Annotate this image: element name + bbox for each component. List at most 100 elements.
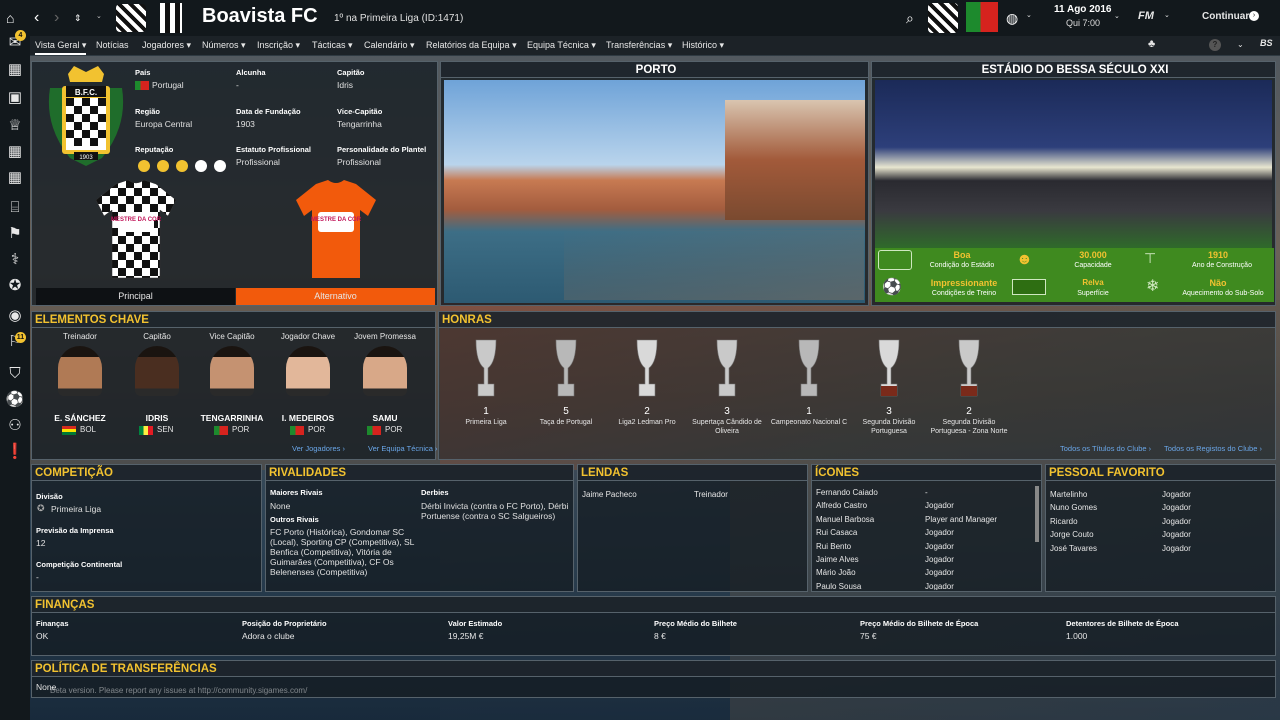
search-icon[interactable]: ⌕ — [906, 0, 914, 36]
bs-logo[interactable]: BS — [1260, 38, 1273, 48]
training-icon[interactable]: ⚑ — [4, 224, 26, 244]
icon-person-name[interactable]: Manuel Barbosa — [816, 515, 874, 524]
honour-name[interactable]: Taça de Portugal — [526, 419, 606, 428]
nation-flag-icon[interactable] — [966, 2, 998, 32]
favourite-name[interactable]: Martelinho — [1050, 490, 1087, 499]
icon-person-name[interactable]: Fernando Caiado — [816, 488, 878, 497]
icons-scrollbar[interactable] — [1035, 486, 1039, 542]
honour-name[interactable]: Supertaça Cândido de Oliveira — [687, 419, 767, 436]
back-icon[interactable]: ‹ — [34, 0, 39, 36]
kit-tab-principal[interactable]: Principal — [36, 288, 235, 305]
honour-name[interactable]: Segunda Divisão Portuguesa — [849, 419, 929, 436]
icon-person-name[interactable]: Paulo Sousa — [816, 582, 861, 590]
ver-jogadores-link[interactable]: Ver Jogadores › — [292, 444, 345, 453]
ver-equipa-tecnica-link[interactable]: Ver Equipa Técnica › — [368, 444, 438, 453]
kit-icon[interactable] — [160, 3, 182, 33]
outros-value[interactable]: FC Porto (Histórica), Gondomar SC (Local… — [270, 527, 418, 577]
key-person-name[interactable]: TENGARRINHA — [192, 413, 272, 423]
chevron-down-icon[interactable]: ⌄ — [1114, 12, 1120, 20]
tab-equipa-tecnica[interactable]: Equipa Técnica ▾ — [527, 40, 596, 51]
icons-list[interactable]: Fernando Caiado - Alfredo Castro Jogador Man… — [812, 482, 1036, 590]
tab-numeros[interactable]: Números ▾ — [202, 40, 246, 51]
icon-person-name[interactable]: Mário João — [816, 568, 856, 577]
icon-person-name[interactable]: Rui Bento — [816, 542, 851, 551]
chevron-down-icon[interactable]: ⌄ — [96, 12, 102, 20]
kit-tab-alternativo[interactable]: Alternativo — [236, 288, 435, 305]
game-date[interactable]: 11 Ago 2016 — [1054, 4, 1111, 15]
club-crest-icon[interactable] — [116, 4, 146, 32]
medical-icon[interactable]: ⚕ — [4, 250, 26, 270]
schedule-icon[interactable]: ▣ — [4, 88, 26, 108]
up-down-icon[interactable]: ⇕ — [74, 0, 82, 36]
tab-noticias[interactable]: Notícias — [96, 40, 129, 50]
globe-icon[interactable]: ◍ — [1006, 0, 1018, 36]
icon-person-name[interactable]: Rui Casaca — [816, 528, 857, 537]
chevron-down-icon[interactable]: ⌄ — [1164, 11, 1170, 19]
home-icon[interactable]: ⌂ — [6, 0, 14, 36]
continue-arrow-icon[interactable]: › — [1249, 11, 1259, 21]
trophy-icon[interactable]: ♕ — [4, 116, 26, 136]
club-crest-small-icon[interactable] — [928, 3, 958, 33]
team-icon[interactable]: ♣ — [1148, 38, 1155, 50]
icon-person-name[interactable]: Jaime Alves — [816, 555, 859, 564]
ball-icon[interactable]: ⚽ — [4, 390, 26, 410]
tab-transferencias[interactable]: Transferências ▾ — [606, 40, 672, 51]
key-person-name[interactable]: SAMU — [345, 413, 425, 423]
help-icon[interactable]: ? — [1209, 39, 1221, 51]
vice-value[interactable]: Tengarrinha — [337, 119, 382, 129]
tab-jogadores[interactable]: Jogadores ▾ — [142, 40, 191, 51]
todos-titulos-link[interactable]: Todos os Títulos do Clube › — [1060, 444, 1151, 453]
tab-relatorios[interactable]: Relatórios da Equipa ▾ — [426, 40, 517, 51]
trophy-icon[interactable] — [955, 336, 983, 400]
alert-icon[interactable]: ❗ — [4, 442, 26, 462]
tab-calendario[interactable]: Calendário ▾ — [364, 40, 415, 51]
staff-icon[interactable]: ▦ — [4, 142, 26, 162]
legend-name[interactable]: Jaime Pacheco — [582, 490, 637, 499]
trophy-icon[interactable] — [713, 336, 741, 400]
honour-name[interactable]: Segunda Divisão Portuguesa - Zona Norte — [929, 419, 1009, 436]
continue-button[interactable]: Continuar — [1202, 11, 1249, 22]
trophy-icon[interactable] — [633, 336, 661, 400]
trophy-icon[interactable] — [795, 336, 823, 400]
reports-icon[interactable]: ▦ — [4, 168, 26, 188]
tab-vista-geral[interactable]: Vista Geral ▾ — [35, 40, 87, 55]
scouting-icon[interactable]: ✪ — [4, 276, 26, 296]
icon-person-name[interactable]: Alfredo Castro — [816, 501, 867, 510]
key-person-name[interactable]: IDRIS — [117, 413, 197, 423]
favourite-name[interactable]: José Tavares — [1050, 544, 1097, 553]
home-kit-shirt[interactable]: MESTRE DA COR — [94, 180, 178, 280]
key-person-photo[interactable] — [286, 346, 330, 396]
key-person-photo[interactable] — [210, 346, 254, 396]
capitao-value[interactable]: Idris — [337, 80, 353, 90]
divisao-value[interactable]: Primeira Liga — [51, 504, 101, 514]
key-person-name[interactable]: E. SÁNCHEZ — [40, 413, 120, 423]
tactics-icon[interactable]: ⌸ — [4, 198, 26, 218]
key-person-name[interactable]: I. MEDEIROS — [268, 413, 348, 423]
todos-registos-link[interactable]: Todos os Registos do Clube › — [1164, 444, 1262, 453]
trophy-icon[interactable] — [472, 336, 500, 400]
derbies-value[interactable]: Dérbi Invicta (contra o FC Porto), Dérbi… — [421, 501, 569, 521]
chevron-down-icon[interactable]: ⌄ — [1237, 40, 1244, 49]
favourite-name[interactable]: Nuno Gomes — [1050, 503, 1097, 512]
tab-historico[interactable]: Histórico ▾ — [682, 40, 724, 51]
tab-tacticas[interactable]: Tácticas ▾ — [312, 40, 353, 51]
squad-icon[interactable]: ▦ — [4, 60, 26, 80]
trophy-icon[interactable] — [552, 336, 580, 400]
honour-name[interactable]: Liga2 Ledman Pro — [607, 419, 687, 428]
shield-icon[interactable]: ⛉ — [4, 364, 26, 384]
key-person-photo[interactable] — [363, 346, 407, 396]
honour-name[interactable]: Campeonato Nacional C — [769, 419, 849, 428]
favourite-name[interactable]: Ricardo — [1050, 517, 1078, 526]
world-icon[interactable]: ◉ — [4, 306, 26, 326]
pais-value[interactable]: Portugal — [152, 80, 184, 90]
forward-icon[interactable]: › — [54, 0, 59, 36]
favourite-name[interactable]: Jorge Couto — [1050, 530, 1094, 539]
key-person-photo[interactable] — [135, 346, 179, 396]
tab-inscricao[interactable]: Inscrição ▾ — [257, 40, 300, 51]
fm-logo[interactable]: FM — [1138, 10, 1154, 22]
chevron-down-icon[interactable]: ⌄ — [1026, 11, 1032, 19]
honour-name[interactable]: Primeira Liga — [446, 419, 526, 428]
people-icon[interactable]: ⚇ — [4, 416, 26, 436]
away-kit-shirt[interactable]: MESTRE DA COR — [294, 180, 378, 280]
trophy-icon[interactable] — [875, 336, 903, 400]
